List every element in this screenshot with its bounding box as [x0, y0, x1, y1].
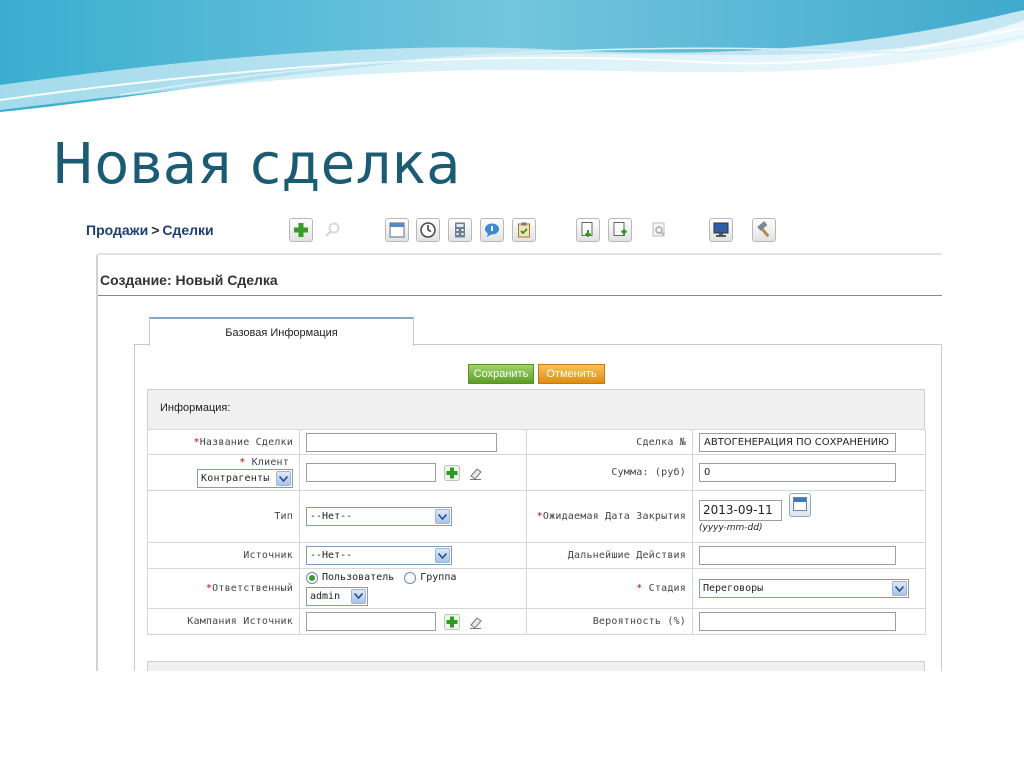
chevron-down-icon: [892, 581, 907, 596]
type-select[interactable]: --Нет--: [306, 507, 452, 526]
date-format-hint: (yyyy-mm-dd): [699, 523, 763, 533]
deal-name-label: *Название Сделки: [147, 429, 300, 455]
breadcrumb-deals[interactable]: Сделки: [162, 222, 213, 238]
export-icon[interactable]: [608, 218, 632, 242]
monitor-icon[interactable]: [709, 218, 733, 242]
form-row: * Клиент Контрагенты Сумма: (руб) 0: [147, 454, 926, 491]
stage-select[interactable]: Переговоры: [699, 579, 909, 598]
add-client-plus-icon[interactable]: [444, 464, 460, 481]
heading-divider: [98, 295, 942, 296]
add-campaign-plus-icon[interactable]: [444, 613, 460, 630]
assign-user-radio[interactable]: [306, 571, 318, 584]
form-row: *Ответственный Пользователь Группа admin…: [147, 568, 926, 609]
chevron-down-icon: [435, 509, 450, 524]
close-date-label: *Ожидаемая Дата Закрытия: [526, 490, 693, 543]
clipboard-icon[interactable]: [512, 218, 536, 242]
assigned-label: *Ответственный: [147, 568, 300, 609]
calendar-icon[interactable]: [385, 218, 409, 242]
section-header-info: Информация:: [147, 389, 925, 430]
tab-basic-info[interactable]: Базовая Информация: [149, 317, 414, 346]
clock-icon[interactable]: [416, 218, 440, 242]
deal-number-label: Сделка №: [526, 429, 693, 455]
form-row: Тип --Нет-- *Ожидаемая Дата Закрытия 201…: [147, 490, 926, 543]
add-green-plus-icon[interactable]: [289, 218, 313, 242]
type-label: Тип: [147, 490, 300, 543]
client-label: * Клиент Контрагенты: [147, 454, 300, 491]
slide-header-wave: [0, 0, 1024, 112]
chat-bubble-icon[interactable]: [480, 218, 504, 242]
source-select[interactable]: --Нет--: [306, 546, 452, 565]
probability-input[interactable]: [699, 612, 896, 631]
page-heading: Создание: Новый Сделка: [100, 272, 278, 288]
campaign-source-label: Кампания Источник: [147, 608, 300, 635]
import-icon[interactable]: [576, 218, 600, 242]
breadcrumb-separator: >: [151, 222, 160, 238]
chevron-down-icon: [351, 588, 366, 604]
calculator-icon[interactable]: [448, 218, 472, 242]
client-type-select[interactable]: Контрагенты: [197, 469, 293, 488]
breadcrumb: Продажи > Сделки: [86, 222, 214, 238]
cancel-button[interactable]: Отменить: [538, 364, 605, 384]
search-disabled-icon[interactable]: [321, 218, 345, 242]
breadcrumb-sales[interactable]: Продажи: [86, 222, 148, 238]
next-section-header: [147, 661, 925, 671]
close-date-input[interactable]: 2013-09-11: [699, 500, 782, 521]
assign-group-label: Группа: [420, 572, 457, 583]
save-button[interactable]: Сохранить: [468, 364, 534, 384]
probability-label: Вероятность (%): [526, 608, 693, 635]
assign-user-label: Пользователь: [322, 572, 395, 583]
find-duplicates-icon[interactable]: [647, 218, 671, 242]
next-step-input[interactable]: [699, 546, 896, 565]
amount-input[interactable]: 0: [699, 463, 896, 482]
clear-client-eraser-icon[interactable]: [468, 465, 484, 481]
client-input[interactable]: [306, 463, 436, 482]
crm-screenshot: Продажи > Сделки Создание: Новый Сделка Ба…: [84, 213, 942, 671]
next-step-label: Дальнейшие Действия: [526, 542, 693, 569]
chevron-down-icon: [435, 548, 450, 563]
settings-hammer-icon[interactable]: [752, 218, 776, 242]
deal-name-input[interactable]: [306, 432, 497, 452]
assigned-user-select[interactable]: admin: [306, 586, 368, 606]
clear-campaign-eraser-icon[interactable]: [468, 614, 484, 630]
calendar-picker-icon[interactable]: [789, 493, 811, 517]
campaign-source-input[interactable]: [306, 612, 436, 631]
assign-group-radio[interactable]: [404, 571, 417, 584]
deal-number-input[interactable]: АВТОГЕНЕРАЦИЯ ПО СОХРАНЕНИЮ: [699, 432, 896, 452]
slide-title: Новая сделка: [52, 132, 462, 197]
deal-form: *Название Сделки Сделка № АВТОГЕНЕРАЦИЯ …: [147, 429, 926, 635]
amount-label: Сумма: (руб): [526, 454, 693, 491]
form-row: Источник --Нет-- Дальнейшие Действия: [147, 542, 926, 569]
chevron-down-icon: [276, 471, 291, 486]
form-row: *Название Сделки Сделка № АВТОГЕНЕРАЦИЯ …: [147, 429, 926, 455]
source-label: Источник: [147, 542, 300, 569]
form-row: Кампания Источник Вероятность (%): [147, 608, 926, 635]
stage-label: * Стадия: [526, 568, 693, 609]
